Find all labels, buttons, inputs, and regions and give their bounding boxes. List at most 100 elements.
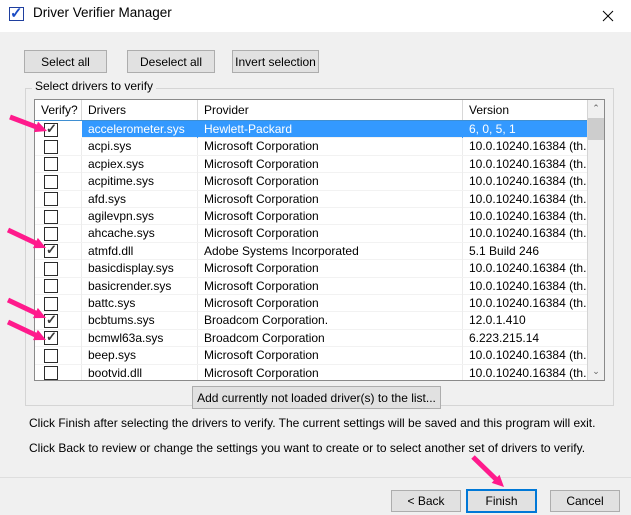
verify-checkbox-cell[interactable]: [35, 277, 82, 295]
version-cell: 10.0.10240.16384 (th...: [463, 173, 589, 191]
driver-name-cell: battc.sys: [82, 295, 198, 312]
verify-checkbox-cell[interactable]: [35, 295, 82, 312]
drivers-list[interactable]: Verify? Drivers Provider Version ✓ accelerom…: [34, 99, 605, 381]
provider-cell: Broadcom Corporation.: [198, 312, 463, 330]
deselect-all-button[interactable]: Deselect all: [127, 50, 215, 73]
provider-cell: Adobe Systems Incorporated: [198, 242, 463, 260]
provider-cell: Microsoft Corporation: [198, 277, 463, 295]
provider-cell: Microsoft Corporation: [198, 208, 463, 225]
verify-checkbox[interactable]: [44, 279, 58, 294]
driver-name-cell: acpitime.sys: [82, 173, 198, 191]
verify-checkbox[interactable]: [44, 139, 58, 154]
version-cell: 12.0.1.410: [463, 312, 589, 330]
scroll-up-icon[interactable]: ⌃: [588, 100, 604, 117]
table-row[interactable]: agilevpn.sys Microsoft Corporation 10.0.10…: [35, 208, 604, 226]
verify-checkbox-cell[interactable]: [35, 190, 82, 208]
version-cell: 10.0.10240.16384 (th...: [463, 138, 589, 156]
driver-verifier-window: ✓ Driver Verifier Manager Select all Des…: [0, 0, 631, 515]
close-glyph: [602, 10, 614, 21]
verify-checkbox-cell[interactable]: [35, 155, 82, 173]
table-row[interactable]: acpitime.sys Microsoft Corporation 10.0.10…: [35, 173, 604, 191]
verify-checkbox[interactable]: ✓: [44, 121, 58, 137]
driver-name-cell: beep.sys: [82, 347, 198, 365]
verify-checkbox-cell[interactable]: ✓: [35, 242, 82, 260]
version-cell: 10.0.10240.16384 (th...: [463, 347, 589, 365]
table-row[interactable]: ✓ bcbtums.sys Broadcom Corporation. 12.0.1.…: [35, 312, 604, 330]
verify-checkbox[interactable]: [44, 261, 58, 276]
check-icon: ✓: [46, 329, 57, 345]
version-cell: 6.223.215.14: [463, 329, 589, 347]
scrollbar-thumb[interactable]: [588, 118, 604, 140]
verify-checkbox[interactable]: [44, 348, 58, 363]
table-row[interactable]: beep.sys Microsoft Corporation 10.0.10240.…: [35, 347, 604, 365]
scroll-down-icon[interactable]: ⌄: [588, 363, 604, 380]
table-row[interactable]: ahcache.sys Microsoft Corporation 10.0.102…: [35, 225, 604, 243]
add-drivers-button[interactable]: Add currently not loaded driver(s) to th…: [192, 386, 441, 409]
table-row[interactable]: acpiex.sys Microsoft Corporation 10.0.1024…: [35, 155, 604, 174]
provider-cell: Microsoft Corporation: [198, 155, 463, 173]
verifier-checkbox-icon: ✓: [9, 5, 24, 22]
verify-checkbox[interactable]: [44, 192, 58, 207]
driver-name-cell: basicdisplay.sys: [82, 260, 198, 278]
version-cell: 10.0.10240.16384 (th...: [463, 208, 589, 225]
verify-checkbox-cell[interactable]: [35, 364, 82, 380]
column-header-verify[interactable]: Verify?: [35, 100, 82, 120]
version-cell: 10.0.10240.16384 (th...: [463, 260, 589, 278]
drivers-list-body[interactable]: ✓ accelerometer.sys Hewlett-Packard 6, 0, 5…: [35, 121, 604, 380]
provider-cell: Broadcom Corporation: [198, 329, 463, 347]
column-header-version[interactable]: Version: [463, 100, 589, 120]
verify-checkbox-cell[interactable]: ✓: [35, 312, 82, 330]
table-row[interactable]: afd.sys Microsoft Corporation 10.0.10240.1…: [35, 190, 604, 208]
verify-checkbox[interactable]: ✓: [44, 329, 58, 346]
verify-checkbox[interactable]: ✓: [44, 242, 58, 259]
version-cell: 10.0.10240.16384 (th...: [463, 225, 589, 243]
provider-cell: Microsoft Corporation: [198, 173, 463, 191]
verify-checkbox-cell[interactable]: [35, 260, 82, 278]
table-row[interactable]: ✓ bcmwl63a.sys Broadcom Corporation 6.223.2…: [35, 329, 604, 348]
version-cell: 5.1 Build 246: [463, 242, 589, 260]
version-cell: 10.0.10240.16384 (th...: [463, 295, 589, 312]
window-title: Driver Verifier Manager: [33, 5, 172, 20]
back-button[interactable]: < Back: [391, 490, 461, 512]
verify-checkbox-cell[interactable]: [35, 225, 82, 243]
table-row[interactable]: bootvid.dll Microsoft Corporation 10.0.102…: [35, 364, 604, 380]
verify-checkbox[interactable]: [44, 157, 58, 172]
finish-button[interactable]: Finish: [466, 489, 537, 513]
title-bar: ✓ Driver Verifier Manager: [0, 0, 631, 32]
arrow-to-finish-button: [471, 455, 504, 487]
verify-checkbox[interactable]: ✓: [44, 312, 58, 328]
footer-separator: [0, 477, 631, 478]
verify-checkbox-cell[interactable]: ✓: [35, 329, 82, 347]
verify-checkbox-cell[interactable]: [35, 208, 82, 225]
table-row[interactable]: acpi.sys Microsoft Corporation 10.0.10240.…: [35, 138, 604, 156]
verify-checkbox[interactable]: [44, 209, 58, 224]
close-icon[interactable]: [585, 0, 631, 31]
driver-name-cell: ahcache.sys: [82, 225, 198, 243]
verify-checkbox-cell[interactable]: [35, 173, 82, 191]
verify-checkbox[interactable]: [44, 226, 58, 241]
column-header-drivers[interactable]: Drivers: [82, 100, 198, 120]
verify-checkbox[interactable]: [44, 366, 58, 380]
select-all-button[interactable]: Select all: [24, 50, 107, 73]
verify-checkbox[interactable]: [44, 174, 58, 189]
verify-checkbox-cell[interactable]: [35, 347, 82, 365]
drivers-list-header: Verify? Drivers Provider Version: [35, 100, 604, 121]
column-header-provider[interactable]: Provider: [198, 100, 463, 120]
table-row[interactable]: ✓ accelerometer.sys Hewlett-Packard 6, 0, 5…: [35, 121, 604, 139]
version-cell: 10.0.10240.16384 (th...: [463, 190, 589, 208]
provider-cell: Hewlett-Packard: [198, 121, 463, 138]
table-row[interactable]: basicrender.sys Microsoft Corporation 10.0…: [35, 277, 604, 295]
drivers-list-scrollbar[interactable]: ⌃ ⌄: [587, 100, 604, 380]
cancel-button[interactable]: Cancel: [550, 490, 620, 512]
invert-selection-button[interactable]: Invert selection: [232, 50, 319, 73]
verify-checkbox-cell[interactable]: [35, 138, 82, 156]
driver-name-cell: acpiex.sys: [82, 155, 198, 173]
table-row[interactable]: basicdisplay.sys Microsoft Corporation 10.…: [35, 260, 604, 278]
verify-checkbox[interactable]: [44, 296, 58, 311]
table-row[interactable]: ✓ atmfd.dll Adobe Systems Incorporated 5.1 …: [35, 242, 604, 261]
driver-name-cell: accelerometer.sys: [82, 121, 198, 138]
provider-cell: Microsoft Corporation: [198, 364, 463, 380]
driver-name-cell: afd.sys: [82, 190, 198, 208]
table-row[interactable]: battc.sys Microsoft Corporation 10.0.10240…: [35, 295, 604, 313]
verify-checkbox-cell[interactable]: ✓: [35, 121, 82, 138]
